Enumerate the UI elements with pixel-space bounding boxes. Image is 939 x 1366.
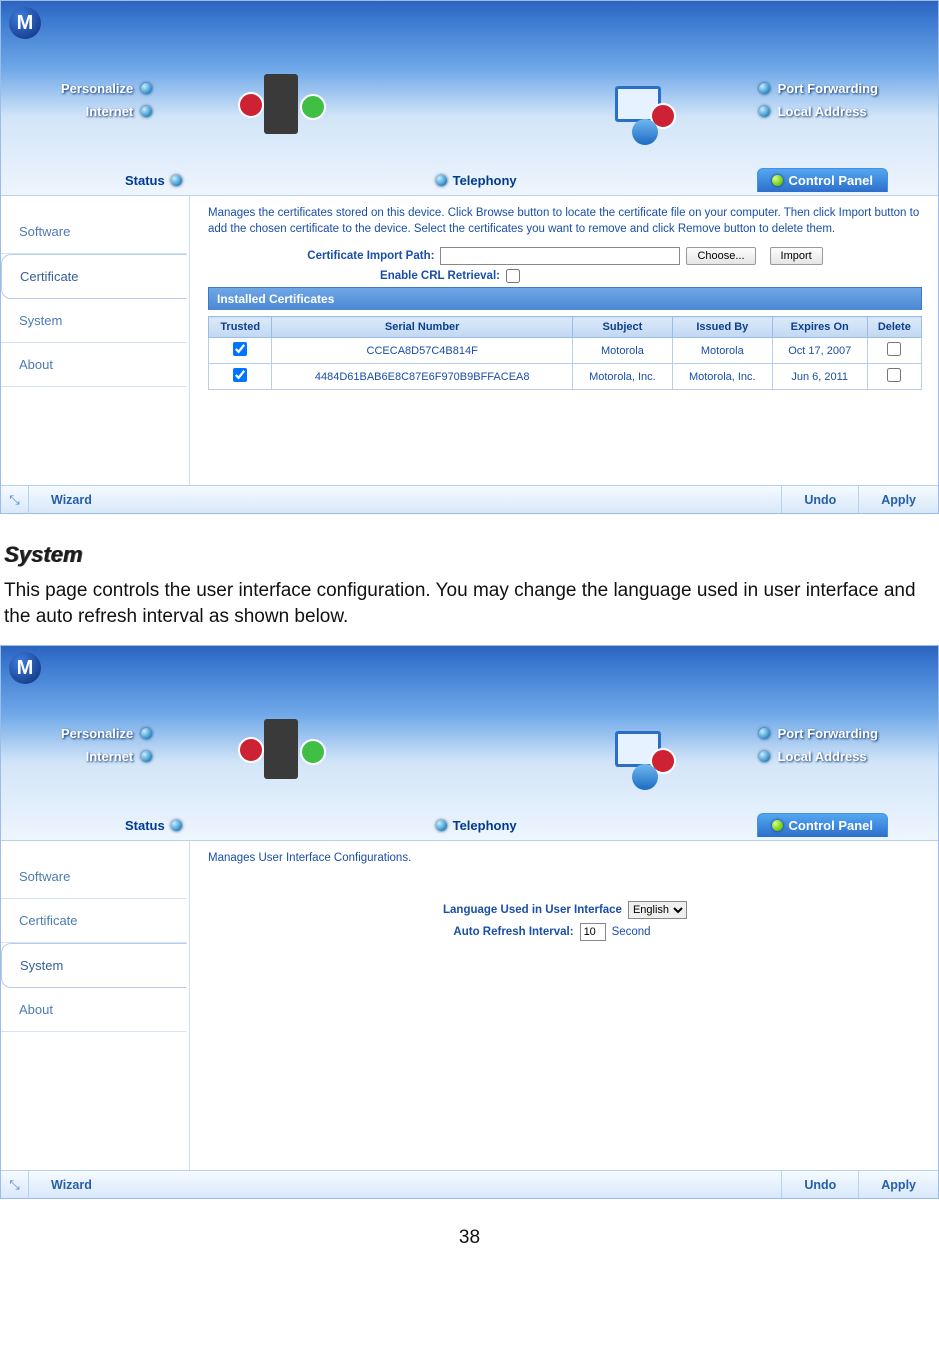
main-panel-system: Manages User Interface Configurations. L… <box>189 841 938 1170</box>
table-row: 4484D61BAB6E8C87E6F970B9BFFACEA8 Motorol… <box>209 364 922 390</box>
delete-checkbox[interactable] <box>887 342 901 356</box>
cell-issued: Motorola, Inc. <box>672 364 772 390</box>
sidebar-item-about[interactable]: About <box>1 988 187 1032</box>
cell-subject: Motorola, Inc. <box>572 364 672 390</box>
sidebar-item-software[interactable]: Software <box>1 855 187 899</box>
nav-left: Personalize Internet <box>61 722 152 768</box>
trusted-checkbox[interactable] <box>233 342 247 356</box>
th-trusted: Trusted <box>209 317 272 338</box>
cert-table-title: Installed Certificates <box>208 287 922 310</box>
language-select[interactable]: English <box>628 901 687 919</box>
sidebar: Software Certificate System About <box>1 196 189 485</box>
nav-internet[interactable]: Internet <box>61 100 152 123</box>
cert-import-path-input[interactable] <box>440 247 680 265</box>
cell-serial: 4484D61BAB6E8C87E6F970B9BFFACEA8 <box>272 364 573 390</box>
content-area: Software Certificate System About Manage… <box>1 840 938 1170</box>
primary-tabs: Status Telephony Control Panel <box>1 165 938 195</box>
sidebar-item-about[interactable]: About <box>1 343 187 387</box>
cell-expires: Jun 6, 2011 <box>772 364 867 390</box>
installed-certificates-table: Trusted Serial Number Subject Issued By … <box>208 316 922 390</box>
intro-text: Manages User Interface Configurations. <box>208 851 922 867</box>
cell-serial: CCECA8D57C4B814F <box>272 338 573 364</box>
undo-button[interactable]: Undo <box>781 486 858 513</box>
refresh-input[interactable] <box>580 923 606 941</box>
wizard-button[interactable]: Wizard <box>29 486 114 513</box>
router-ui-certificate: M Personalize Internet Port Forwarding L… <box>0 0 939 514</box>
intro-text: Manages the certificates stored on this … <box>208 206 922 237</box>
tab-telephony[interactable]: Telephony <box>422 169 531 192</box>
nav-left: Personalize Internet <box>61 77 152 123</box>
wizard-button[interactable]: Wizard <box>29 1171 114 1198</box>
cell-issued: Motorola <box>672 338 772 364</box>
nav-personalize[interactable]: Personalize <box>61 77 152 100</box>
globe-icon <box>632 764 658 790</box>
section-heading: System <box>4 542 939 568</box>
nav-internet[interactable]: Internet <box>61 745 152 768</box>
tab-telephony[interactable]: Telephony <box>422 814 531 837</box>
sidebar-item-system[interactable]: System <box>1 943 187 988</box>
hero-server-icon <box>201 701 361 796</box>
apply-button[interactable]: Apply <box>858 486 938 513</box>
hero-monitor-icon <box>558 701 718 796</box>
undo-button[interactable]: Undo <box>781 1171 858 1198</box>
app-footer: ⤡ Wizard Undo Apply <box>1 485 938 513</box>
apply-button[interactable]: Apply <box>858 1171 938 1198</box>
hero-server-icon <box>201 56 361 151</box>
sidebar-item-software[interactable]: Software <box>1 210 187 254</box>
hero-monitor-icon <box>558 56 718 151</box>
delete-checkbox[interactable] <box>887 368 901 382</box>
router-ui-system: M Personalize Internet Port Forwarding L… <box>0 645 939 1199</box>
th-serial: Serial Number <box>272 317 573 338</box>
th-issued: Issued By <box>672 317 772 338</box>
tab-control-panel[interactable]: Control Panel <box>757 168 889 192</box>
nav-port-forwarding[interactable]: Port Forwarding <box>759 77 878 100</box>
nav-personalize[interactable]: Personalize <box>61 722 152 745</box>
th-delete: Delete <box>867 317 921 338</box>
sidebar-item-system[interactable]: System <box>1 299 187 343</box>
section-body: This page controls the user interface co… <box>4 578 935 629</box>
import-button[interactable]: Import <box>770 247 823 265</box>
nav-local-address[interactable]: Local Address <box>759 100 878 123</box>
cell-subject: Motorola <box>572 338 672 364</box>
nav-right: Port Forwarding Local Address <box>759 722 878 768</box>
table-row: CCECA8D57C4B814F Motorola Motorola Oct 1… <box>209 338 922 364</box>
expand-icon[interactable]: ⤡ <box>1 486 29 514</box>
cert-import-path-label: Certificate Import Path: <box>307 250 434 262</box>
sidebar-item-certificate[interactable]: Certificate <box>1 899 187 943</box>
th-subject: Subject <box>572 317 672 338</box>
crl-label: Enable CRL Retrieval: <box>380 270 500 282</box>
globe-icon <box>632 119 658 145</box>
nav-right: Port Forwarding Local Address <box>759 77 878 123</box>
app-header: M Personalize Internet Port Forwarding L… <box>1 1 938 195</box>
refresh-unit: Second <box>612 926 651 938</box>
primary-tabs: Status Telephony Control Panel <box>1 810 938 840</box>
th-expires: Expires On <box>772 317 867 338</box>
crl-checkbox[interactable] <box>506 269 520 283</box>
choose-button[interactable]: Choose... <box>686 247 755 265</box>
nav-port-forwarding[interactable]: Port Forwarding <box>759 722 878 745</box>
app-footer: ⤡ Wizard Undo Apply <box>1 1170 938 1198</box>
motorola-logo-icon: M <box>9 7 41 39</box>
sidebar: Software Certificate System About <box>1 841 189 1170</box>
page-number: 38 <box>0 1227 939 1249</box>
main-panel-certificate: Manages the certificates stored on this … <box>189 196 938 485</box>
trusted-checkbox[interactable] <box>233 368 247 382</box>
tab-status[interactable]: Status <box>111 814 196 837</box>
language-label: Language Used in User Interface <box>443 904 622 916</box>
tab-status[interactable]: Status <box>111 169 196 192</box>
expand-icon[interactable]: ⤡ <box>1 1171 29 1199</box>
tab-control-panel[interactable]: Control Panel <box>757 813 889 837</box>
nav-local-address[interactable]: Local Address <box>759 745 878 768</box>
sidebar-item-certificate[interactable]: Certificate <box>1 254 187 299</box>
motorola-logo-icon: M <box>9 652 41 684</box>
refresh-label: Auto Refresh Interval: <box>453 926 573 938</box>
content-area: Software Certificate System About Manage… <box>1 195 938 485</box>
app-header: M Personalize Internet Port Forwarding L… <box>1 646 938 840</box>
cell-expires: Oct 17, 2007 <box>772 338 867 364</box>
